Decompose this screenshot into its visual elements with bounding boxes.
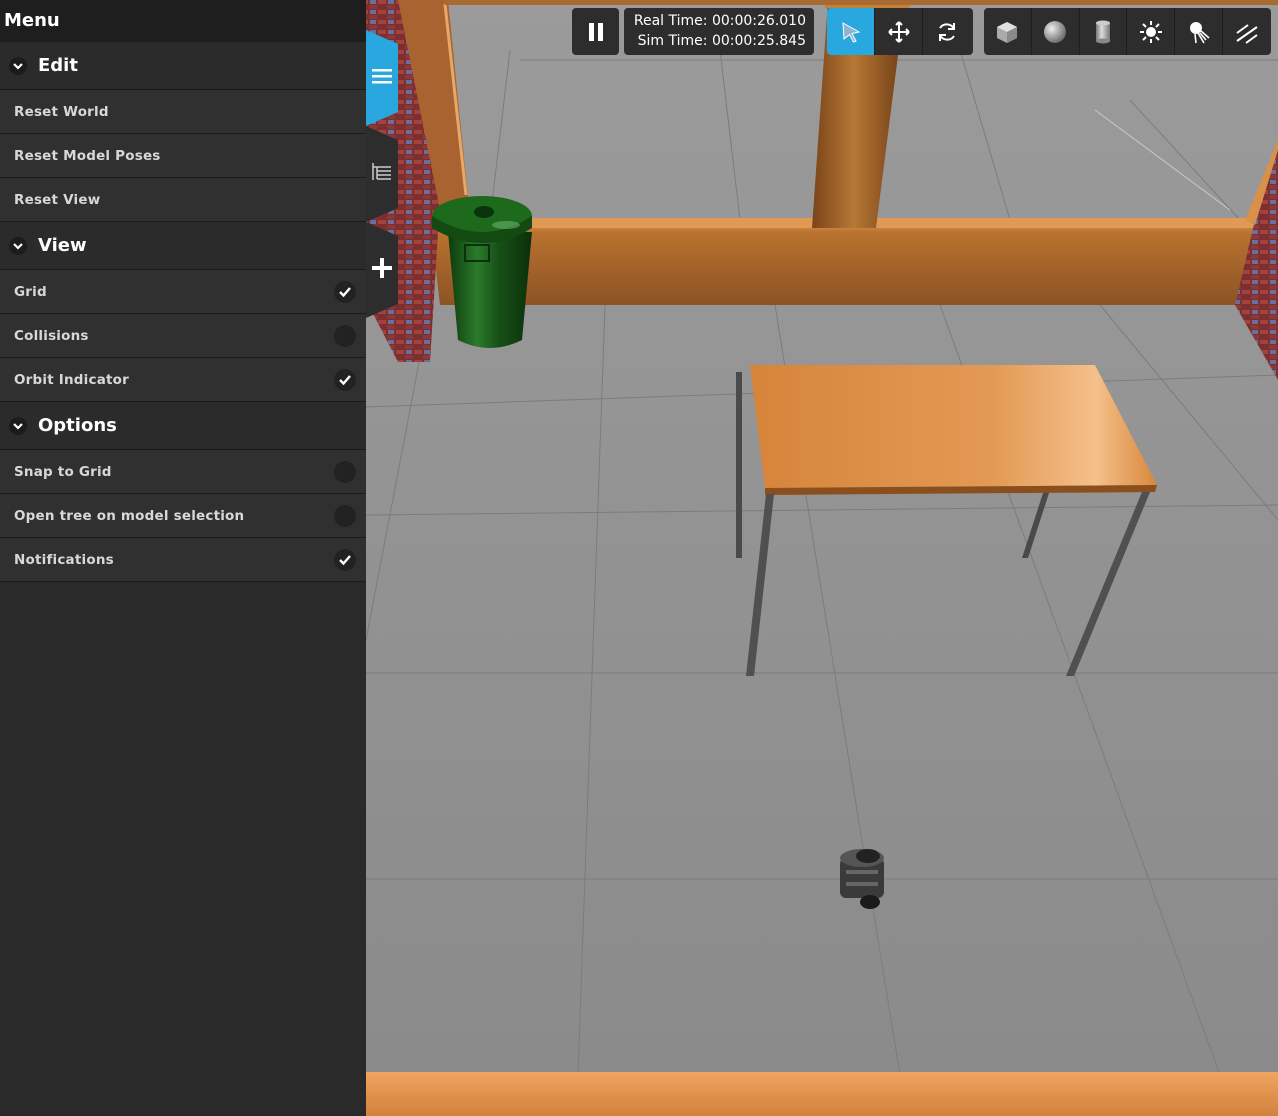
item-label: Collisions xyxy=(14,327,89,344)
tab-tree[interactable] xyxy=(366,126,398,222)
box-icon xyxy=(997,21,1018,43)
item-label: Snap to Grid xyxy=(14,463,112,480)
item-label: Open tree on model selection xyxy=(14,507,245,524)
rotate-mode-button[interactable] xyxy=(923,8,971,55)
real-time-label: Real Time: 00:00:26.010 xyxy=(633,13,806,29)
chevron-down-icon xyxy=(9,56,27,75)
item-label: Reset World xyxy=(14,103,109,120)
time-display: Real Time: 00:00:26.010 Sim Time: 00:00:… xyxy=(624,8,814,55)
translate-mode-button[interactable] xyxy=(875,8,923,55)
section-view[interactable]: View xyxy=(0,222,366,270)
select-arrow-icon xyxy=(841,21,860,43)
section-edit[interactable]: Edit xyxy=(0,42,366,90)
grid-toggle-item[interactable]: Grid xyxy=(0,270,366,314)
checkmark-icon xyxy=(339,554,351,565)
tab-insert[interactable] xyxy=(366,222,398,318)
menu-title: Menu xyxy=(0,0,366,42)
tree-icon xyxy=(372,163,391,180)
open-tree-toggle-item[interactable]: Open tree on model selection xyxy=(0,494,366,538)
cylinder-icon xyxy=(1096,20,1111,43)
insert-directional-light-button[interactable] xyxy=(1223,8,1271,55)
section-options[interactable]: Options xyxy=(0,402,366,450)
chevron-down-icon xyxy=(9,416,27,435)
insert-point-light-button[interactable] xyxy=(1127,8,1176,55)
spot-light-icon xyxy=(1189,21,1210,43)
insert-sphere-button[interactable] xyxy=(1032,8,1080,55)
checkbox-toggle[interactable] xyxy=(334,324,356,347)
select-mode-button[interactable] xyxy=(827,8,875,55)
checkbox-toggle[interactable] xyxy=(334,460,356,483)
pause-icon xyxy=(588,22,603,41)
section-label: Edit xyxy=(38,55,78,76)
checkbox-toggle[interactable] xyxy=(334,504,356,527)
plus-icon xyxy=(372,258,392,278)
insert-box-button[interactable] xyxy=(984,8,1032,55)
insert-cylinder-button[interactable] xyxy=(1080,8,1128,55)
reset-world-item[interactable]: Reset World xyxy=(0,90,366,134)
directional-light-icon xyxy=(1236,23,1258,44)
translate-icon xyxy=(887,20,910,43)
snap-to-grid-toggle-item[interactable]: Snap to Grid xyxy=(0,450,366,494)
section-label: View xyxy=(38,235,87,256)
reset-view-item[interactable]: Reset View xyxy=(0,178,366,222)
hamburger-icon xyxy=(372,69,392,84)
section-label: Options xyxy=(38,415,117,436)
manipulation-mode-group xyxy=(827,8,973,55)
pause-button[interactable] xyxy=(572,8,619,55)
item-label: Reset View xyxy=(14,191,101,208)
tab-menu[interactable] xyxy=(366,30,398,126)
item-label: Orbit Indicator xyxy=(14,371,130,388)
side-menu: Menu Edit Reset World Reset Model Poses … xyxy=(0,0,366,1116)
item-label: Notifications xyxy=(14,551,114,568)
sim-time-label: Sim Time: 00:00:25.845 xyxy=(637,33,806,49)
reset-model-poses-item[interactable]: Reset Model Poses xyxy=(0,134,366,178)
item-label: Grid xyxy=(14,283,47,300)
checkmark-icon xyxy=(339,374,351,385)
checkbox-toggle[interactable] xyxy=(334,280,356,303)
checkmark-icon xyxy=(339,286,351,297)
sphere-icon xyxy=(1044,20,1067,43)
checkbox-toggle[interactable] xyxy=(334,548,356,571)
rotate-icon xyxy=(939,22,955,41)
insert-shapes-group xyxy=(984,8,1271,55)
chevron-down-icon xyxy=(9,236,27,255)
checkbox-toggle[interactable] xyxy=(334,368,356,391)
notifications-toggle-item[interactable]: Notifications xyxy=(0,538,366,582)
insert-spot-light-button[interactable] xyxy=(1175,8,1224,55)
orbit-indicator-toggle-item[interactable]: Orbit Indicator xyxy=(0,358,366,402)
point-light-icon xyxy=(1139,20,1162,43)
collisions-toggle-item[interactable]: Collisions xyxy=(0,314,366,358)
item-label: Reset Model Poses xyxy=(14,147,161,164)
